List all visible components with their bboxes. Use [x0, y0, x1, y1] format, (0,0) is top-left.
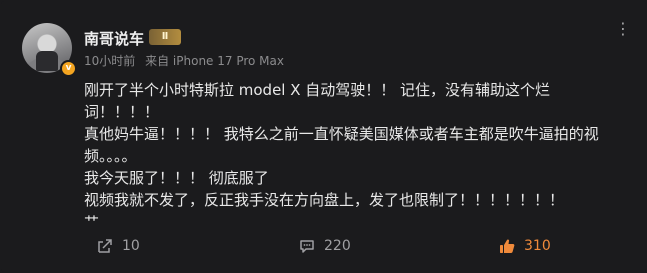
- like-button[interactable]: 310: [498, 237, 551, 255]
- post-line: 刚开了半个小时特斯拉 model X 自动驾驶！！ 记住，没有辅助这个烂词！！！…: [84, 81, 551, 121]
- comment-count: 220: [324, 238, 351, 254]
- like-count: 310: [524, 238, 551, 254]
- post-line: 艹: [84, 213, 100, 231]
- level-badge[interactable]: Ⅱ: [149, 29, 181, 45]
- avatar-image: [36, 51, 58, 71]
- post-line: 真他妈牛逼！！！！ 我特么之前一直怀疑美国媒体或者车主都是吹牛逼拍的视: [84, 125, 599, 143]
- weibo-post-card: v 南哥说车 Ⅱ 10小时前 来自 iPhone 17 Pro Max ⋮ 刚开…: [1, 1, 646, 272]
- username[interactable]: 南哥说车: [84, 28, 144, 49]
- more-options-icon[interactable]: ⋮: [615, 21, 631, 37]
- comment-button[interactable]: 220: [298, 237, 351, 255]
- thumbs-up-icon: [498, 237, 516, 255]
- post-line: 频。。。。: [84, 147, 137, 165]
- post-line: 视频我就不发了，反正我手没在方向盘上，发了也限制了！！！！！！！: [84, 191, 565, 209]
- post-actions: 10 220 310: [1, 237, 646, 261]
- share-icon: [96, 237, 114, 255]
- post-meta: 10小时前 来自 iPhone 17 Pro Max: [84, 52, 290, 69]
- share-button[interactable]: 10: [96, 237, 140, 255]
- post-time[interactable]: 10小时前: [84, 54, 135, 68]
- comment-icon: [298, 237, 316, 255]
- post-content: 刚开了半个小时特斯拉 model X 自动驾驶！！ 记住，没有辅助这个烂词！！！…: [84, 79, 624, 233]
- share-count: 10: [122, 238, 140, 254]
- vip-verified-icon: v: [60, 60, 77, 77]
- post-line: 我今天服了！！！ 彻底服了: [84, 169, 269, 187]
- post-source: 来自 iPhone 17 Pro Max: [145, 54, 284, 68]
